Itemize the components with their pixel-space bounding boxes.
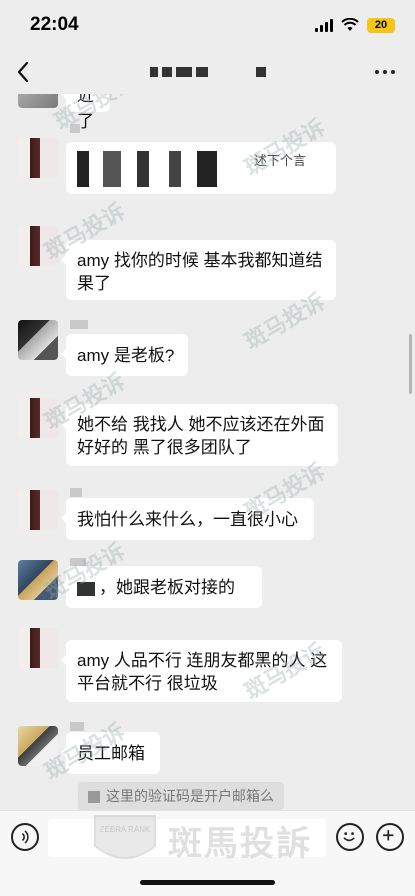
message-bubble[interactable]: amy 是老板? [61, 334, 188, 376]
sender-name-redacted [70, 320, 88, 329]
wifi-icon [341, 18, 359, 31]
message-text: amy 是老板? [77, 346, 175, 365]
message-text: amy 找你的时候 基本我都知道结果了 [77, 251, 323, 293]
status-icons: 20 [315, 16, 395, 34]
more-dots-icon[interactable] [375, 70, 395, 74]
chat-area[interactable]: 近了 述下个言 amy 找你的时候 基本我都知道结果了 amy 是老板? 她不给… [0, 94, 415, 810]
brand-cn-label: 斑馬投訴 [168, 824, 312, 863]
chat-title-redacted [150, 67, 266, 79]
status-time: 22:04 [30, 14, 79, 35]
brand-watermark: ZEBRA RANK 斑馬投訴 [90, 811, 312, 869]
scroll-indicator[interactable] [409, 334, 412, 394]
watermark-text: 斑马投诉 [50, 94, 140, 135]
message-text: ，她跟老板对接的 [99, 578, 235, 597]
message-bubble[interactable]: amy 找你的时候 基本我都知道结果了 [61, 240, 336, 300]
sender-name-redacted [70, 488, 82, 497]
status-bar: 22:04 20 [0, 0, 415, 50]
home-indicator [140, 880, 275, 885]
avatar[interactable] [18, 628, 58, 668]
sender-name-redacted [70, 722, 84, 731]
message-text: 她不给 我找人 她不应该还在外面好好的 黑了很多团队了 [77, 415, 325, 457]
avatar[interactable] [18, 320, 58, 360]
mosaic-redaction [77, 151, 227, 187]
message-bubble[interactable]: 她不给 我找人 她不应该还在外面好好的 黑了很多团队了 [61, 404, 338, 466]
plus-icon[interactable] [376, 823, 404, 851]
mosaic-redaction [88, 791, 100, 804]
brand-en-label: ZEBRA RANK [100, 825, 151, 834]
signal-icon [315, 18, 333, 32]
zebra-shield-icon: ZEBRA RANK [94, 815, 156, 859]
avatar[interactable] [18, 490, 58, 530]
voice-icon[interactable] [11, 823, 39, 851]
chevron-left-icon[interactable] [14, 60, 34, 84]
system-message: 这里的验证码是开户邮箱么 [78, 782, 284, 810]
battery-icon: 20 [367, 17, 395, 33]
avatar[interactable] [18, 138, 58, 178]
nav-bar [0, 50, 415, 94]
emoji-icon[interactable] [336, 823, 364, 851]
